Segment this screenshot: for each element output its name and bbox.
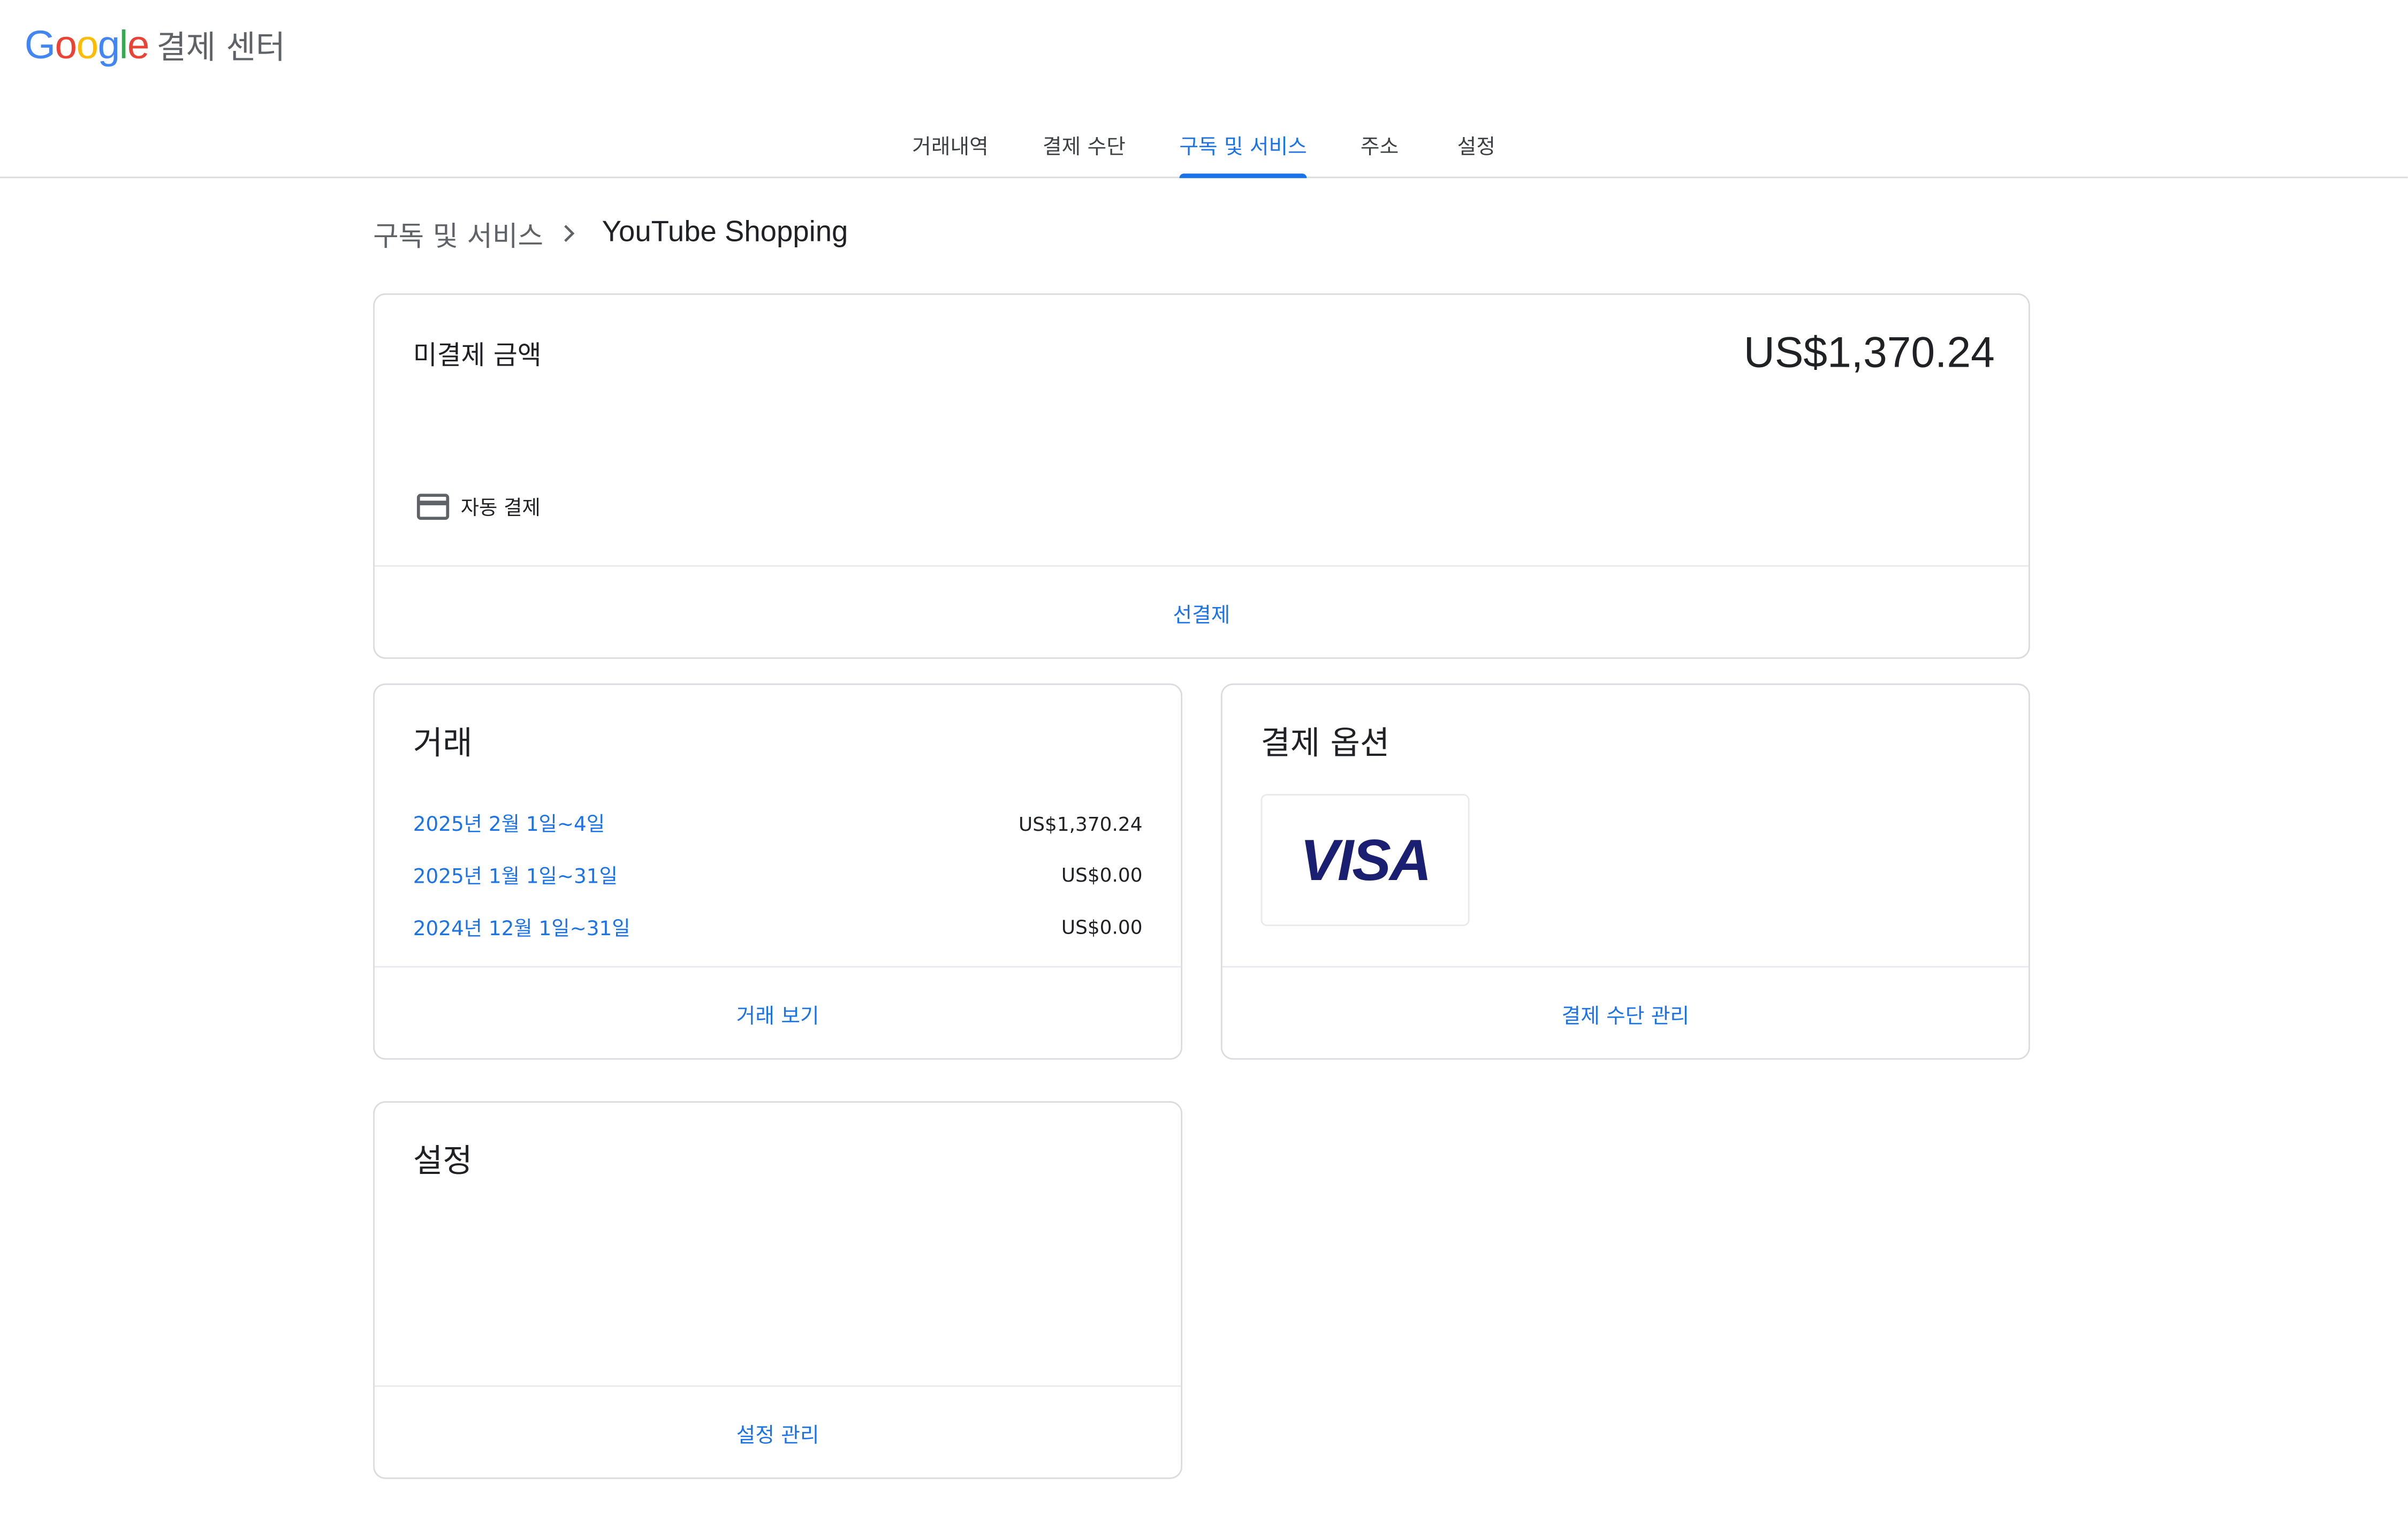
- transaction-row: 2024년 12월 1일~31일 US$0.00: [413, 912, 1143, 943]
- settings-title: 설정: [413, 1142, 473, 1180]
- settings-card: 설정 설정 관리: [373, 1101, 1183, 1479]
- payment-options-card-footer: 결제 수단 관리: [1222, 966, 2029, 1058]
- transactions-card-footer: 거래 보기: [375, 966, 1181, 1058]
- transaction-period-link[interactable]: 2024년 12월 1일~31일: [413, 912, 631, 942]
- outstanding-amount-label: 미결제 금액: [413, 340, 542, 372]
- transaction-amount: US$0.00: [1061, 915, 1143, 938]
- prepay-button[interactable]: 선결제: [1173, 597, 1230, 627]
- tab-payment-methods[interactable]: 결제 수단: [1043, 129, 1126, 177]
- transaction-period-link[interactable]: 2025년 2월 1일~4일: [413, 808, 605, 837]
- google-wordmark: Google: [24, 21, 150, 68]
- transaction-amount: US$1,370.24: [1018, 812, 1143, 836]
- visa-logo-icon: VISA: [1300, 834, 1432, 886]
- tab-subscriptions-services[interactable]: 구독 및 서비스: [1179, 129, 1308, 178]
- visa-card-icon[interactable]: VISA: [1260, 794, 1470, 927]
- transaction-amount: US$0.00: [1061, 863, 1143, 886]
- google-payments-logo[interactable]: Google 결제 센터: [25, 21, 285, 69]
- manage-payment-methods-button[interactable]: 결제 수단 관리: [1562, 997, 1689, 1028]
- transaction-period-link[interactable]: 2025년 1월 1일~31일: [413, 860, 618, 889]
- main-nav-tabs: 거래내역 결제 수단 구독 및 서비스 주소 설정: [0, 129, 2408, 178]
- tab-addresses[interactable]: 주소: [1361, 129, 1399, 177]
- transactions-title: 거래: [413, 725, 473, 762]
- view-transactions-button[interactable]: 거래 보기: [736, 997, 819, 1028]
- app-title: 결제 센터: [156, 29, 286, 66]
- balance-card-footer: 선결제: [375, 565, 2029, 657]
- transaction-row: 2025년 1월 1일~31일 US$0.00: [413, 860, 1143, 891]
- autopay-label: 자동 결제: [460, 497, 541, 521]
- breadcrumb-parent[interactable]: 구독 및 서비스: [373, 215, 543, 255]
- payment-options-title: 결제 옵션: [1260, 725, 1390, 762]
- balance-card: 미결제 금액 US$1,370.24 자동 결제 선결제: [373, 293, 2030, 659]
- transactions-card: 거래 2025년 2월 1일~4일 US$1,370.24 2025년 1월 1…: [373, 683, 1183, 1060]
- svg-text:VISA: VISA: [1300, 834, 1430, 886]
- chevron-right-icon: [564, 225, 575, 242]
- tab-transactions[interactable]: 거래내역: [912, 129, 989, 177]
- manage-settings-button[interactable]: 설정 관리: [736, 1417, 819, 1447]
- autopay-status: 자동 결제: [416, 491, 541, 521]
- outstanding-amount-value: US$1,370.24: [1743, 328, 1995, 376]
- tab-settings[interactable]: 설정: [1457, 129, 1495, 177]
- breadcrumb-current: YouTube Shopping: [602, 216, 848, 249]
- settings-card-footer: 설정 관리: [375, 1385, 1181, 1477]
- page: Google 결제 센터 거래내역 결제 수단 구독 및 서비스 주소 설정 구…: [0, 0, 2408, 1539]
- transaction-row: 2025년 2월 1일~4일 US$1,370.24: [413, 808, 1143, 838]
- payment-options-card: 결제 옵션 VISA 결제 수단 관리: [1220, 683, 2030, 1060]
- credit-card-icon: [416, 492, 450, 519]
